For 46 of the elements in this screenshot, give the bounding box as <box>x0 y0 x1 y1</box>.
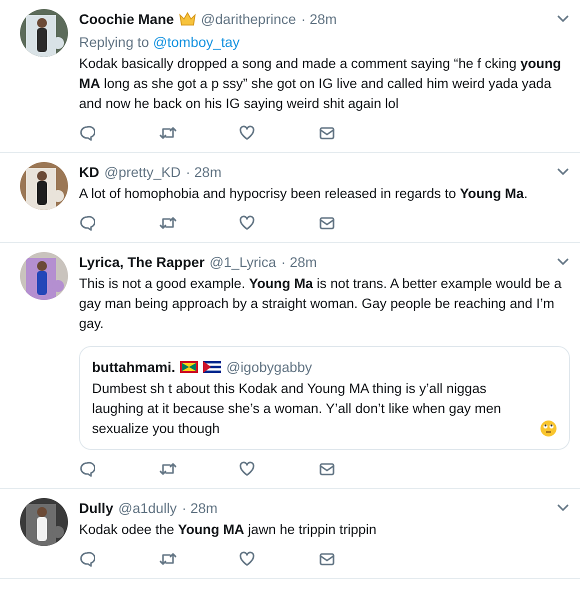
speech-bubble-icon <box>79 125 95 141</box>
timestamp[interactable]: · 28m <box>301 11 337 27</box>
tweet-text: This is not a good example. Young Ma is not trans. A better example would be a gay man being approach by a straight woman. Gay people be reaching and I’m gay. <box>79 275 563 333</box>
chevron-down-icon[interactable] <box>556 503 570 513</box>
timestamp[interactable]: · 28m <box>186 164 222 180</box>
user-name[interactable]: Lyrica, The Rapper <box>79 254 205 270</box>
retweet-icon <box>159 461 177 477</box>
chevron-down-icon[interactable] <box>556 257 570 267</box>
mention-link[interactable]: @tomboy_tay <box>153 33 240 52</box>
heart-icon <box>239 125 255 141</box>
quoted-tweet[interactable]: buttahmami. @igobygabby Dumbest sh t about this Kodak and Young MA thing is y’all niggas laughing at it because she’s a woman. Y’all don’t like when gay men sexualize you though <box>79 346 570 450</box>
emoji-icon <box>540 420 557 437</box>
user-name[interactable]: Coochie Mane <box>79 11 174 27</box>
retweet-icon <box>159 551 177 567</box>
user-handle[interactable]: @daritheprince <box>200 11 296 27</box>
user-name[interactable]: buttahmami. <box>92 359 176 375</box>
user-name[interactable]: KD <box>79 164 100 180</box>
envelope-icon <box>319 461 335 477</box>
envelope-icon <box>319 215 335 231</box>
tweet-text: Kodak odee the Young MA jawn he trippin trippin <box>79 521 378 539</box>
chevron-down-icon[interactable] <box>556 14 570 24</box>
speech-bubble-icon <box>79 551 95 567</box>
replying-label: Replying to <box>79 33 150 52</box>
tweet-text: Kodak basically dropped a song and made a comment saying “he f cking young MA long as she got a p ssy” she got on IG live and called him weird yada yada and now he back on his IG saying weird shit again lol <box>79 55 562 113</box>
speech-bubble-icon <box>79 461 95 477</box>
envelope-icon <box>319 551 335 567</box>
envelope-icon <box>319 125 335 141</box>
chevron-down-icon[interactable] <box>556 167 570 177</box>
heart-icon <box>239 461 255 477</box>
tweet-text: Dumbest sh t about this Kodak and Young MA thing is y’all niggas laughing at it because she’s a woman. Y’all don’t like when gay men sexualize you though <box>92 380 502 438</box>
timestamp[interactable]: · 28m <box>182 500 218 516</box>
flag-icon <box>203 361 222 373</box>
speech-bubble-icon <box>79 215 95 231</box>
heart-icon <box>239 551 255 567</box>
timestamp[interactable]: · 28m <box>281 254 317 270</box>
tweet-text: A lot of homophobia and hypocrisy been released in regards to Young Ma. <box>79 185 529 203</box>
user-handle[interactable]: @igobygabby <box>226 359 312 375</box>
user-name[interactable]: Dully <box>79 500 114 516</box>
user-handle[interactable]: @a1dully <box>118 500 177 516</box>
crown-icon <box>178 12 196 26</box>
user-handle[interactable]: @pretty_KD <box>104 164 181 180</box>
retweet-icon <box>159 215 177 231</box>
flag-icon <box>180 361 198 373</box>
retweet-icon <box>159 125 177 141</box>
heart-icon <box>239 215 255 231</box>
user-handle[interactable]: @1_Lyrica <box>210 254 276 270</box>
